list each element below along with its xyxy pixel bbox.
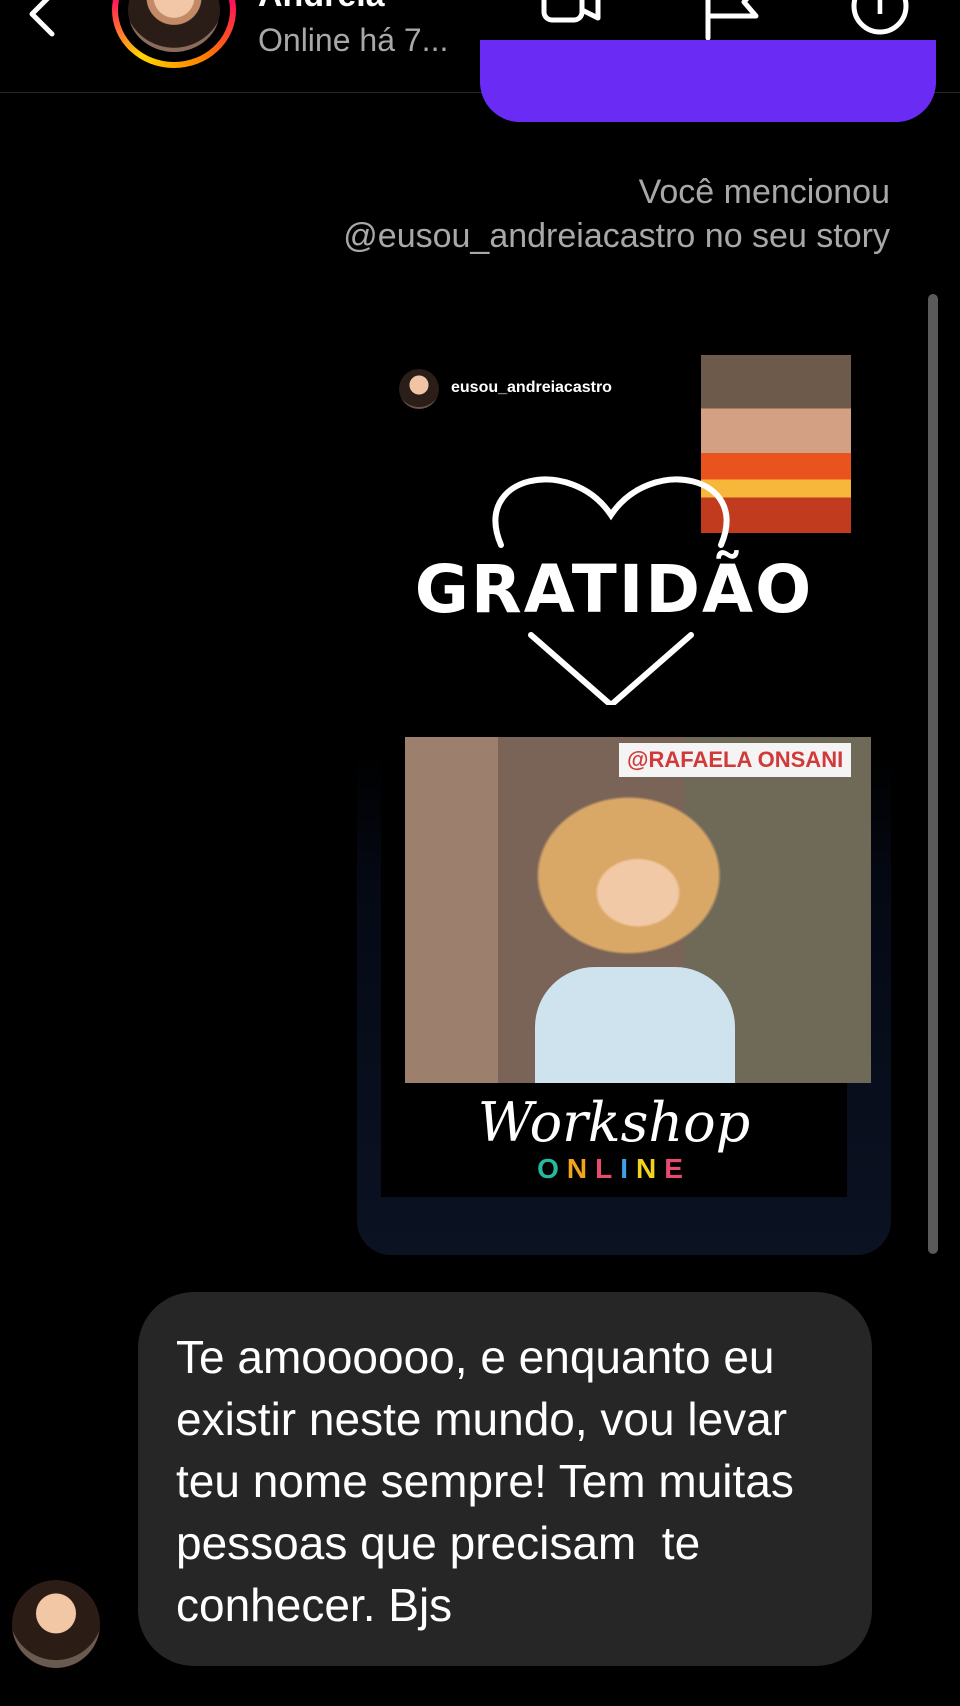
- dm-thread-screen: Andreia Online há 7... i Você mencionou …: [0, 0, 960, 1706]
- subtitle-letter: O: [537, 1153, 567, 1184]
- sent-message-bubble[interactable]: [480, 40, 936, 122]
- scrollbar[interactable]: [928, 294, 938, 1254]
- story-headline: GRATIDÃO: [414, 551, 814, 628]
- sender-avatar[interactable]: [12, 1580, 100, 1668]
- mention-note-line1: Você mencionou: [638, 173, 890, 211]
- story-mention-card[interactable]: eusou_andreiacastro GRATIDÃO @RAFAELA ON…: [357, 335, 891, 1255]
- info-icon[interactable]: i: [846, 0, 910, 44]
- back-arrow-icon[interactable]: [12, 0, 68, 42]
- received-message-bubble[interactable]: Te amoooooo, e enquanto eu existir neste…: [138, 1292, 872, 1666]
- workshop-subtitle: ONLINE: [381, 1153, 847, 1185]
- story-mention-note: Você mencionou @eusou_andreiacastro no s…: [343, 170, 890, 258]
- story-preview: eusou_andreiacastro GRATIDÃO @RAFAELA ON…: [381, 355, 871, 1197]
- subtitle-letter: I: [620, 1153, 636, 1184]
- contact-status: Online há 7...: [258, 22, 449, 58]
- subtitle-letter: N: [566, 1153, 596, 1184]
- contact-avatar[interactable]: [112, 0, 236, 68]
- contact-name[interactable]: Andreia: [258, 0, 385, 15]
- story-video-frame: @RAFAELA ONSANI: [405, 737, 871, 1083]
- subtitle-letter: E: [664, 1153, 691, 1184]
- video-mention-tag: @RAFAELA ONSANI: [619, 743, 852, 777]
- subtitle-letter: L: [595, 1153, 621, 1184]
- workshop-title: Workshop: [477, 1091, 751, 1154]
- flag-icon[interactable]: [700, 0, 764, 44]
- received-message-text: Te amoooooo, e enquanto eu existir neste…: [176, 1331, 807, 1631]
- story-user-avatar: [399, 369, 439, 409]
- mention-note-line2: @eusou_andreiacastro no seu story: [343, 217, 890, 255]
- subtitle-letter: N: [635, 1153, 665, 1184]
- video-call-icon[interactable]: [540, 0, 604, 44]
- svg-text:i: i: [876, 0, 885, 21]
- story-username: eusou_andreiacastro: [451, 379, 612, 396]
